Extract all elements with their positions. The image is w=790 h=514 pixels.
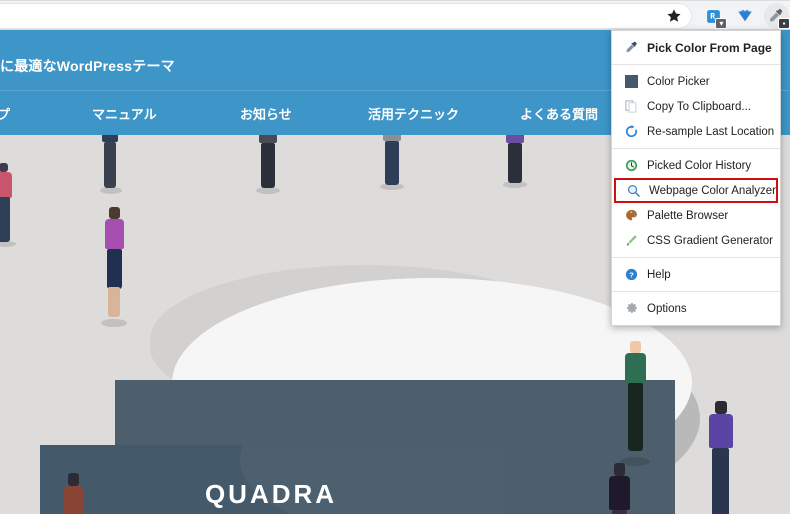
extension-badge: ▾ (715, 18, 728, 29)
extension-icons: ▾ ▪ (697, 2, 790, 30)
menu-item-resample-last-location[interactable]: Re-sample Last Location (612, 119, 780, 144)
address-bar[interactable] (0, 3, 692, 29)
menu-item-pick-color-from-page[interactable]: Pick Color From Page (612, 35, 780, 60)
menu-item-label: Palette Browser (647, 209, 729, 222)
menu-item-label: Color Picker (647, 75, 710, 88)
menu-item-label: Copy To Clipboard... (647, 100, 751, 113)
heart-extension-icon[interactable] (732, 3, 757, 29)
menu-item-label: Options (647, 302, 687, 315)
copy-pages-icon (620, 98, 642, 116)
extension-dropdown-menu: Pick Color From Page Color Picker Copy T… (611, 30, 781, 326)
menu-item-label: Re-sample Last Location (647, 125, 775, 138)
eyedropper-icon (620, 39, 642, 57)
menu-item-copy-to-clipboard[interactable]: Copy To Clipboard... (612, 94, 780, 119)
menu-item-palette-browser[interactable]: Palette Browser (612, 203, 780, 228)
refresh-circle-icon (620, 123, 642, 141)
hero-brand: QUADRA (204, 479, 338, 509)
menu-item-color-picker[interactable]: Color Picker (612, 69, 780, 94)
svg-text:?: ? (629, 270, 634, 279)
menu-item-label: Picked Color History (647, 159, 752, 172)
nav-item-top[interactable]: ップ (0, 104, 10, 123)
nav-item-news[interactable]: お知らせ (240, 104, 292, 123)
palette-icon (620, 207, 642, 225)
menu-item-options[interactable]: Options (612, 296, 780, 321)
menu-item-label: Webpage Color Analyzer (649, 184, 776, 197)
color-swatch-icon (620, 73, 642, 91)
evernote-extension-icon[interactable]: ▾ (701, 3, 728, 29)
nav-item-techniques[interactable]: 活用テクニック (368, 104, 459, 123)
gear-icon (620, 300, 642, 318)
history-clock-icon (620, 157, 642, 175)
menu-divider (612, 148, 780, 149)
menu-item-help[interactable]: ? Help (612, 262, 780, 287)
menu-item-css-gradient-generator[interactable]: CSS Gradient Generator (612, 228, 780, 253)
menu-divider (612, 291, 780, 292)
site-tagline: に最適なWordPressテーマ (0, 58, 175, 74)
menu-item-webpage-color-analyzer[interactable]: Webpage Color Analyzer (614, 178, 778, 203)
menu-item-label: CSS Gradient Generator (647, 234, 773, 247)
eyedropper-extension-icon[interactable]: ▪ (763, 3, 790, 29)
extension-badge: ▪ (777, 18, 790, 29)
gradient-pen-icon (620, 232, 642, 250)
hero-banner: QUADRA オンラインマニュアル はじめての方は、スタートアップガイドからご覧… (40, 445, 502, 514)
magnifier-icon (622, 182, 644, 200)
nav-item-manual[interactable]: マニュアル (92, 104, 157, 123)
menu-divider (612, 64, 780, 65)
browser-toolbar: ▾ ▪ (0, 0, 790, 30)
nav-item-faq[interactable]: よくある質問 (520, 104, 598, 123)
menu-item-label: Pick Color From Page (647, 40, 772, 55)
screenshot-root: に最適なWordPressテーマ ップ マニュアル お知らせ 活用テクニック よ… (0, 0, 790, 514)
menu-item-label: Help (647, 268, 671, 281)
help-circle-icon: ? (620, 266, 642, 284)
menu-item-picked-color-history[interactable]: Picked Color History (612, 153, 780, 178)
bookmark-star-icon[interactable] (662, 5, 686, 27)
menu-divider (612, 257, 780, 258)
